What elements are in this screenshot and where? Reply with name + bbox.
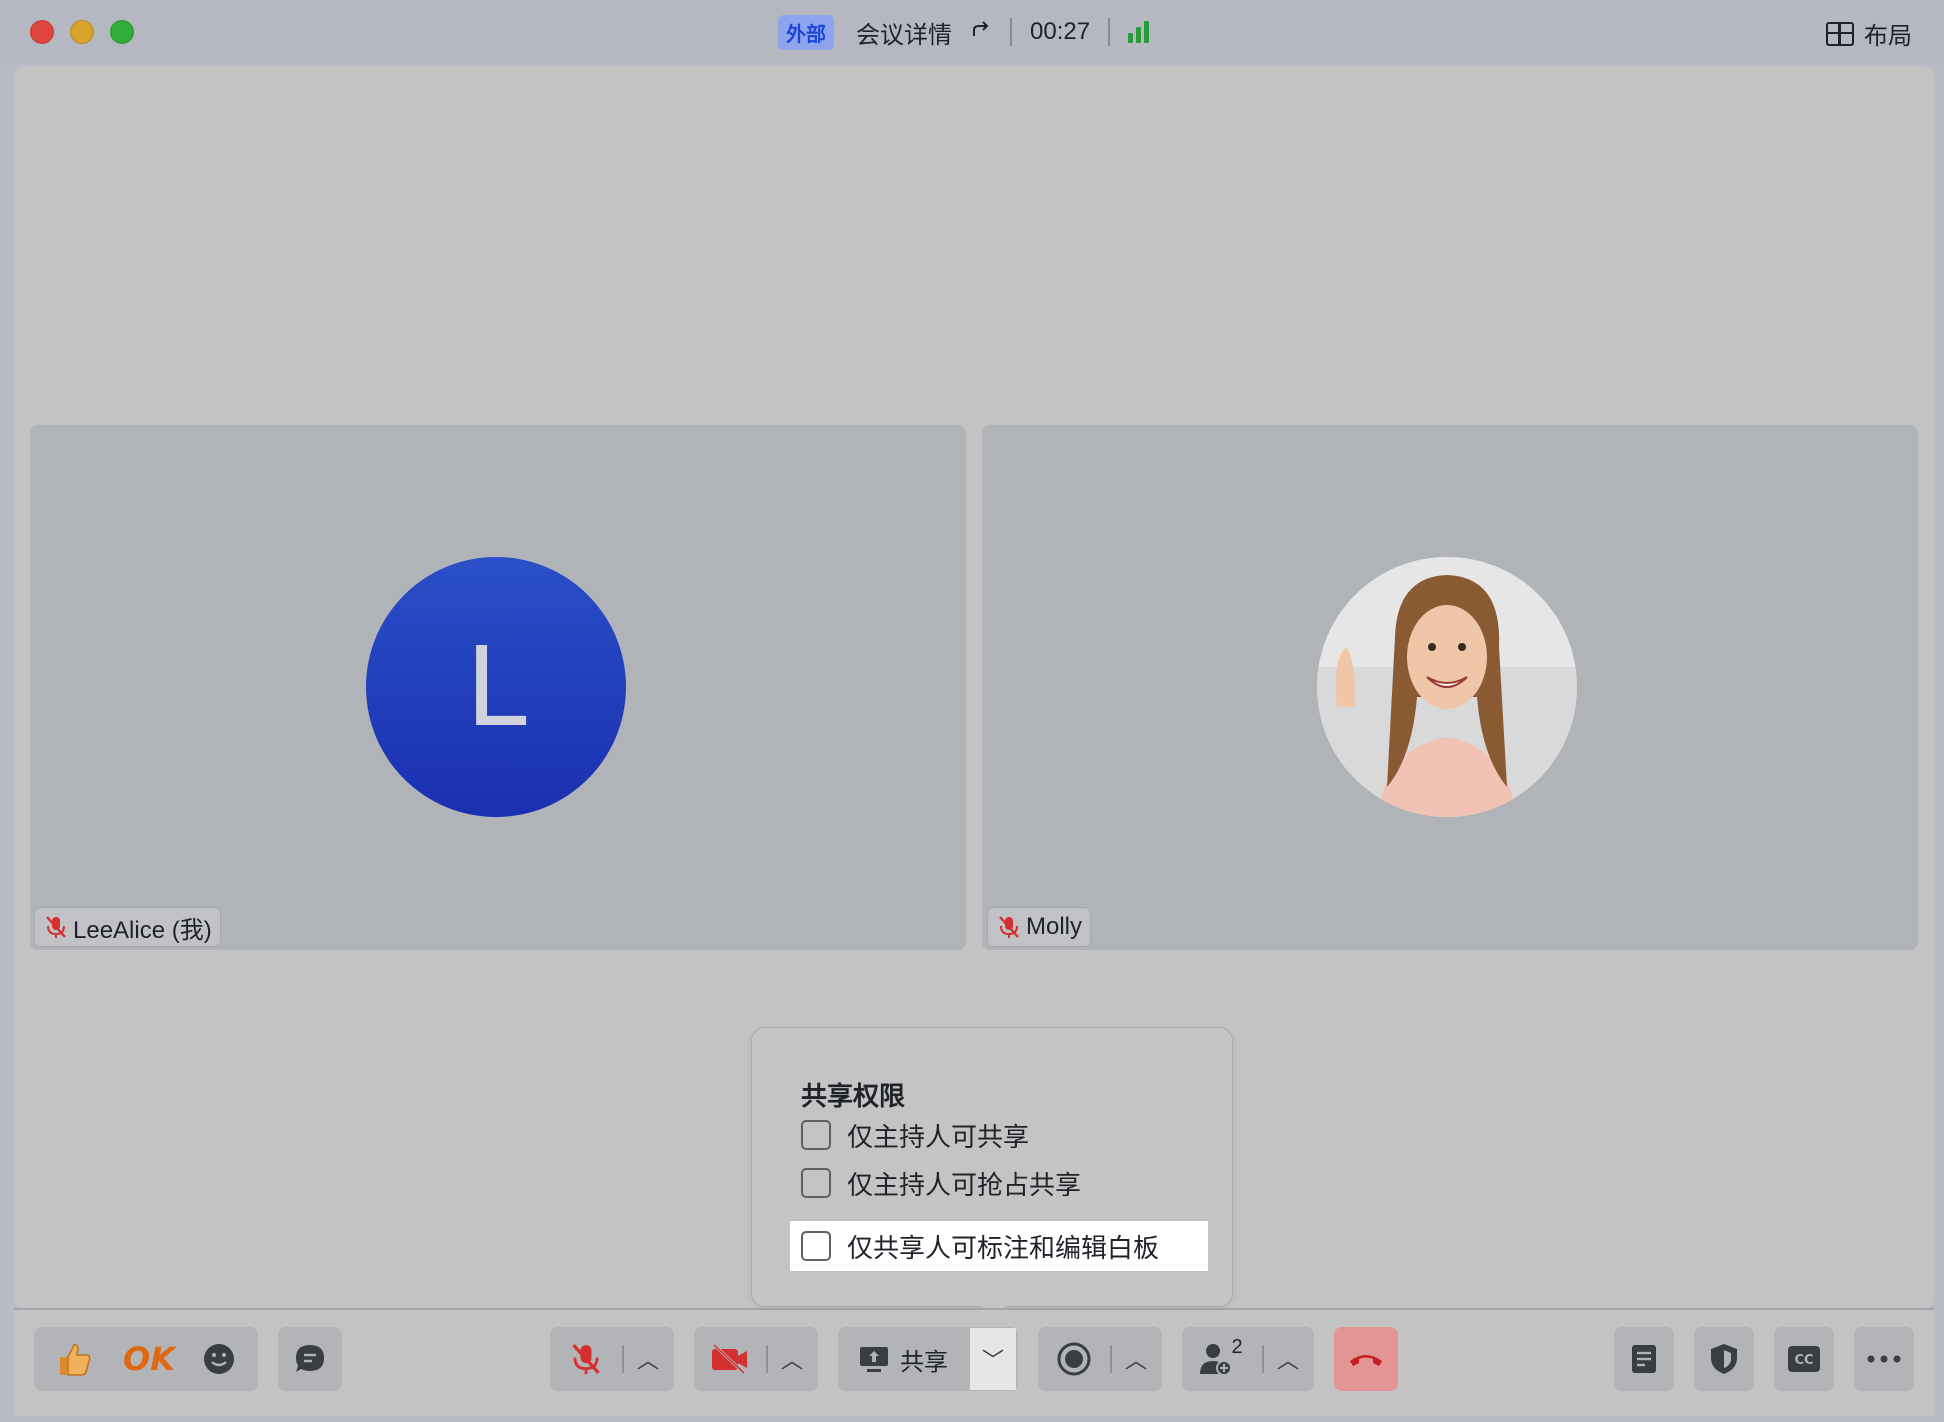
option-host-only-share[interactable]: 仅主持人可共享 (801, 1112, 1029, 1158)
mic-muted-icon (46, 916, 66, 938)
participant-name: LeeAlice (我) (73, 916, 212, 944)
thumbs-up-icon (60, 1344, 91, 1376)
option-host-only-preempt[interactable]: 仅主持人可抢占共享 (801, 1160, 1081, 1206)
shield-icon (1711, 1344, 1737, 1374)
participants-button[interactable]: 2 (1182, 1327, 1262, 1391)
start-video-button[interactable] (694, 1327, 766, 1391)
popover-title: 共享权限 (801, 1081, 906, 1111)
participant-name-tag: LeeAlice (我) (34, 907, 221, 947)
participant-options-button[interactable]: ︿ (1264, 1327, 1312, 1391)
divider (1010, 18, 1012, 46)
chevron-up-icon: ︿ (780, 1348, 803, 1373)
add-participant-icon (1200, 1344, 1233, 1376)
maximize-window-button[interactable] (110, 20, 134, 44)
participant-count: 2 (1231, 1335, 1243, 1358)
audio-options-button[interactable]: ︿ (624, 1327, 672, 1391)
minimize-window-button[interactable] (70, 20, 94, 44)
chevron-up-icon: ︿ (636, 1348, 659, 1373)
share-permissions-popover: 共享权限 仅主持人可共享 仅主持人可抢占共享 仅共享人可标注和编辑白板 (751, 1027, 1233, 1307)
meeting-details-link[interactable]: 会议详情 (856, 15, 952, 50)
share-meeting-icon[interactable] (970, 18, 992, 47)
option-label: 仅主持人可共享 (847, 1121, 1030, 1152)
record-icon (1057, 1342, 1091, 1376)
emoji-button[interactable] (184, 1327, 254, 1391)
share-label: 共享 (900, 1348, 948, 1376)
reactions-group: OK (34, 1327, 258, 1391)
camera-off-icon (712, 1343, 747, 1375)
closed-captions-icon: CC (1788, 1346, 1820, 1372)
record-group: ︿ (1038, 1327, 1162, 1391)
share-options-button[interactable]: ﹀ (970, 1328, 1016, 1390)
checkbox[interactable] (801, 1231, 831, 1261)
thumbs-up-button[interactable] (34, 1327, 114, 1391)
participants-group: 2 ︿ (1182, 1327, 1314, 1391)
chevron-up-icon: ︿ (1124, 1348, 1147, 1373)
option-sharer-only-annotate[interactable]: 仅共享人可标注和编辑白板 (790, 1221, 1208, 1271)
participant-name-tag: Molly (987, 907, 1092, 947)
option-label: 仅主持人可抢占共享 (847, 1169, 1082, 1200)
title-bar: 外部 会议详情 00:27 布局 (0, 0, 1944, 64)
unmute-button[interactable] (550, 1327, 622, 1391)
chevron-down-icon: ﹀ (981, 1348, 1004, 1373)
more-icon (1867, 1355, 1901, 1363)
notes-icon (1632, 1345, 1656, 1373)
chevron-up-icon: ︿ (1276, 1348, 1299, 1373)
hang-up-icon (1350, 1355, 1382, 1366)
grid-layout-icon (1826, 21, 1854, 46)
avatar: L (366, 557, 626, 817)
ok-reaction-button[interactable]: OK (114, 1327, 184, 1391)
avatar (1317, 557, 1577, 817)
record-options-button[interactable]: ︿ (1112, 1327, 1160, 1391)
layout-label: 布局 (1864, 23, 1912, 50)
layout-button[interactable]: 布局 (1826, 16, 1912, 51)
video-options-button[interactable]: ︿ (768, 1327, 816, 1391)
chat-button[interactable] (278, 1327, 342, 1391)
captions-button[interactable]: CC (1774, 1327, 1834, 1391)
record-button[interactable] (1038, 1327, 1110, 1391)
svg-text:CC: CC (1794, 1353, 1813, 1368)
divider (1108, 18, 1111, 46)
more-options-button[interactable] (1854, 1327, 1914, 1391)
ok-label: OK (123, 1340, 175, 1378)
checkbox[interactable] (801, 1168, 831, 1198)
checkbox[interactable] (801, 1120, 831, 1150)
security-button[interactable] (1694, 1327, 1754, 1391)
bottom-toolbar: OK ︿ ︿ 共享 ﹀ ︿ 2 ︿ CC (14, 1310, 1934, 1416)
end-call-button[interactable] (1334, 1327, 1398, 1391)
mic-muted-icon (572, 1344, 600, 1375)
external-badge: 外部 (778, 14, 834, 50)
meeting-info-bar: 外部 会议详情 00:27 (778, 14, 1150, 50)
close-window-button[interactable] (30, 20, 54, 44)
avatar-letter: L (465, 623, 527, 751)
notes-button[interactable] (1614, 1327, 1674, 1391)
option-label: 仅共享人可标注和编辑白板 (847, 1232, 1160, 1263)
share-screen-button[interactable]: 共享 (838, 1327, 970, 1391)
smiley-icon (204, 1344, 234, 1374)
camera-group: ︿ (694, 1327, 818, 1391)
share-screen-icon (860, 1347, 888, 1372)
participant-name: Molly (1026, 913, 1083, 940)
mic-muted-icon (999, 916, 1019, 938)
microphone-group: ︿ (550, 1327, 674, 1391)
signal-strength-icon[interactable] (1128, 21, 1150, 43)
chat-icon (296, 1345, 324, 1372)
meeting-timer: 00:27 (1030, 18, 1091, 45)
share-group: 共享 ﹀ (838, 1327, 1018, 1391)
